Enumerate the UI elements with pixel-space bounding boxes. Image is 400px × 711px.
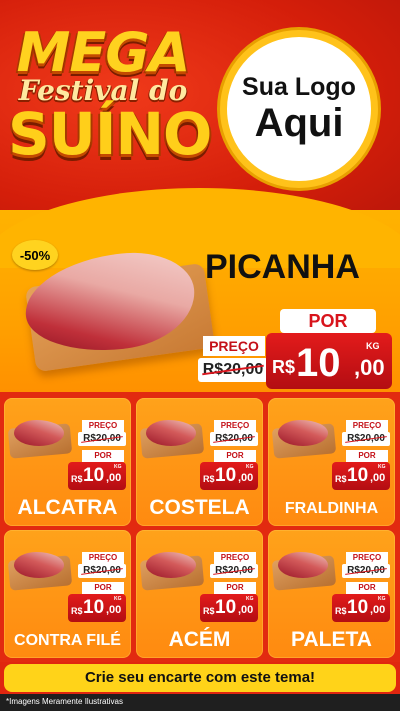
- product-name: ACÉM: [168, 628, 231, 651]
- product-por-label: POR: [214, 582, 256, 594]
- product-old-price: R$20,00: [342, 432, 390, 446]
- price-decimal: ,00: [354, 355, 385, 380]
- festival-title-logo: MEGA Festival do SUÍNO: [8, 21, 212, 196]
- price-unit: KG: [114, 464, 122, 470]
- featured-preco-label: PREÇO: [203, 336, 265, 356]
- product-new-price: R$ 10 ,00 KG: [200, 594, 258, 622]
- product-preco-label: PREÇO: [82, 552, 124, 564]
- price-unit: KG: [378, 464, 386, 470]
- product-meat-image: [14, 552, 64, 578]
- product-name: FRALDINHA: [284, 500, 379, 517]
- product-meat-image: [146, 420, 196, 446]
- store-logo-placeholder[interactable]: Sua Logo Aqui: [220, 30, 378, 188]
- price-integer: 10: [83, 465, 105, 486]
- price-currency: R$: [203, 606, 215, 616]
- create-flyer-button[interactable]: Crie seu encarte com este tema!: [4, 664, 396, 692]
- title-suino: SUÍNO: [8, 100, 212, 168]
- product-preco-label: PREÇO: [346, 420, 388, 432]
- product-name: PALETA: [291, 628, 372, 651]
- product-old-price: R$20,00: [210, 432, 258, 446]
- price-currency: R$: [203, 474, 215, 484]
- product-por-label: POR: [82, 582, 124, 594]
- price-decimal: ,00: [370, 604, 386, 616]
- featured-new-price: R$ 10 ,00 KG: [266, 333, 392, 389]
- price-integer: 10: [83, 597, 105, 618]
- price-integer: 10: [347, 465, 369, 486]
- product-preco-label: PREÇO: [82, 420, 124, 432]
- product-name: CONTRA FILÉ: [14, 632, 121, 649]
- price-unit: KG: [378, 596, 386, 602]
- product-card-acem[interactable]: PREÇO R$20,00 POR R$ 10 ,00 KG ACÉM: [136, 530, 263, 658]
- product-por-label: POR: [214, 450, 256, 462]
- product-new-price: R$ 10 ,00 KG: [68, 594, 126, 622]
- product-preco-label: PREÇO: [214, 552, 256, 564]
- price-decimal: ,00: [370, 472, 386, 484]
- price-integer: 10: [347, 597, 369, 618]
- price-currency: R$: [71, 606, 83, 616]
- discount-badge: -50%: [12, 240, 58, 270]
- product-new-price: R$ 10 ,00 KG: [68, 462, 126, 490]
- price-unit: KG: [114, 596, 122, 602]
- product-por-label: POR: [82, 450, 124, 462]
- product-meat-image: [278, 552, 328, 578]
- price-currency: R$: [335, 606, 347, 616]
- product-meat-image: [278, 420, 328, 446]
- price-integer: 10: [215, 597, 237, 618]
- product-preco-label: PREÇO: [214, 420, 256, 432]
- product-old-price: R$20,00: [78, 564, 126, 578]
- product-card-contra-file[interactable]: PREÇO R$20,00 POR R$ 10 ,00 KG CONTRA FI…: [4, 530, 131, 658]
- logo-text-line1: Sua Logo: [242, 73, 356, 101]
- product-new-price: R$ 10 ,00 KG: [332, 594, 390, 622]
- price-decimal: ,00: [238, 604, 254, 616]
- title-mega: MEGA: [16, 21, 191, 84]
- product-new-price: R$ 10 ,00 KG: [332, 462, 390, 490]
- price-unit: KG: [246, 464, 254, 470]
- featured-por-label: POR: [280, 309, 376, 333]
- product-card-paleta[interactable]: PREÇO R$20,00 POR R$ 10 ,00 KG PALETA: [268, 530, 395, 658]
- price-unit: KG: [366, 341, 380, 351]
- featured-product-name: PICANHA: [205, 248, 360, 286]
- product-name: ALCATRA: [17, 496, 118, 519]
- product-card-fraldinha[interactable]: PREÇO R$20,00 POR R$ 10 ,00 KG FRALDINHA: [268, 398, 395, 526]
- product-new-price: R$ 10 ,00 KG: [200, 462, 258, 490]
- product-meat-image: [14, 420, 64, 446]
- product-grid: PREÇO R$20,00 POR R$ 10 ,00 KG ALCATRA P…: [0, 392, 400, 662]
- product-old-price: R$20,00: [78, 432, 126, 446]
- featured-old-price: R$20,00: [198, 358, 268, 382]
- price-integer: 10: [296, 341, 341, 385]
- product-old-price: R$20,00: [210, 564, 258, 578]
- product-old-price: R$20,00: [342, 564, 390, 578]
- price-decimal: ,00: [106, 472, 122, 484]
- price-currency: R$: [71, 474, 83, 484]
- product-card-costela[interactable]: PREÇO R$20,00 POR R$ 10 ,00 KG COSTELA: [136, 398, 263, 526]
- product-por-label: POR: [346, 450, 388, 462]
- product-card-alcatra[interactable]: PREÇO R$20,00 POR R$ 10 ,00 KG ALCATRA: [4, 398, 131, 526]
- price-currency: R$: [335, 474, 347, 484]
- price-unit: KG: [246, 596, 254, 602]
- price-currency: R$: [272, 357, 296, 377]
- product-preco-label: PREÇO: [346, 552, 388, 564]
- price-decimal: ,00: [106, 604, 122, 616]
- logo-text-line2: Aqui: [254, 101, 344, 145]
- price-integer: 10: [215, 465, 237, 486]
- disclaimer-text: *Imagens Meramente Ilustrativas: [6, 697, 123, 706]
- product-meat-image: [146, 552, 196, 578]
- price-decimal: ,00: [238, 472, 254, 484]
- product-por-label: POR: [346, 582, 388, 594]
- product-name: COSTELA: [149, 496, 250, 519]
